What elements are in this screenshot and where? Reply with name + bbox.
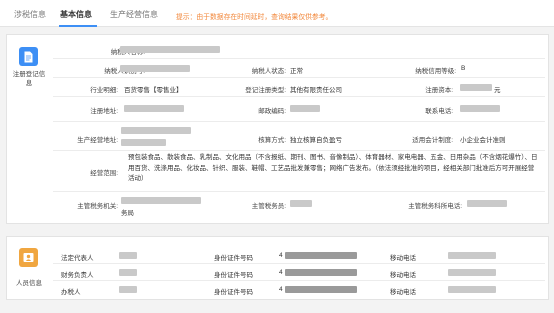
notice-text: 提示：由于数据存在时间延时，查询结果仅供参考。 xyxy=(176,14,333,21)
id-prefix: 4 xyxy=(279,286,283,293)
person-name xyxy=(119,252,137,259)
person-name xyxy=(119,286,137,293)
tax-authority-suffix: 务局 xyxy=(121,210,134,217)
credit-level-value: B xyxy=(461,65,466,72)
personnel-card: 人员信息 法定代表人 身份证件号码 4 移动电话 财务负责人 身份证件号码 4 … xyxy=(6,236,549,300)
divider xyxy=(53,191,545,192)
tax-officer-value xyxy=(290,200,312,207)
person-name xyxy=(119,269,137,276)
accounting-label: 核算方式: xyxy=(258,137,286,144)
tax-authority-label: 主管税务机关: xyxy=(77,203,118,210)
business-scope-label: 经营范围: xyxy=(90,170,118,177)
tax-officer-label: 主管税务员: xyxy=(251,203,286,210)
taxpayer-status-value: 正常 xyxy=(290,68,303,75)
id-number-label: 身份证件号码 xyxy=(214,289,253,296)
registration-card: 注册登记信息 纳税人名称: 纳税人识别号: 纳税人状态: 正常 纳税信用等级: … xyxy=(6,34,549,224)
mobile-value xyxy=(448,286,496,293)
document-icon xyxy=(19,47,38,66)
mobile-label: 移动电话 xyxy=(390,255,416,262)
role-label: 财务负责人 xyxy=(61,272,94,279)
role-label: 法定代表人 xyxy=(61,255,94,262)
phone-label: 联系电话: xyxy=(425,108,453,115)
taxpayer-status-label: 纳税人状态: xyxy=(251,68,286,75)
tax-authority-value xyxy=(121,197,201,204)
reg-address-value xyxy=(124,105,184,112)
person-card-icon xyxy=(19,248,38,267)
reg-address-label: 注册地址: xyxy=(90,108,118,115)
tab-bar: 涉税信息 基本信息 生产经营信息 提示：由于数据存在时间延时，查询结果仅供参考。 xyxy=(0,0,554,27)
active-tab-indicator xyxy=(59,25,97,27)
role-label: 办税人 xyxy=(61,289,81,296)
reg-capital-value xyxy=(460,84,492,91)
reg-capital-unit: 元 xyxy=(494,87,501,94)
id-number-value xyxy=(285,252,357,259)
tab-production-info[interactable]: 生产经营信息 xyxy=(110,10,158,20)
divider xyxy=(53,96,545,97)
tax-branch-phone-value xyxy=(467,200,507,207)
mobile-label: 移动电话 xyxy=(390,289,416,296)
id-prefix: 4 xyxy=(279,252,283,259)
accounting-value: 独立核算自负盈亏 xyxy=(290,137,342,144)
taxpayer-name-value xyxy=(120,46,220,53)
biz-address-value xyxy=(121,139,166,146)
id-prefix: 4 xyxy=(279,269,283,276)
business-scope-value: 预包装食品、散装食品、乳制品、文化用品（不含报纸、期刊、图书、音像制品）、体育器… xyxy=(128,154,538,182)
postcode-label: 邮政编码: xyxy=(258,108,286,115)
reg-type-label: 登记注册类型: xyxy=(245,87,286,94)
divider xyxy=(53,150,545,151)
id-number-value xyxy=(285,269,357,276)
personnel-section-label: 人员信息 xyxy=(16,280,42,287)
biz-address-value xyxy=(121,127,191,134)
accounting-standard-value: 小企业会计准则 xyxy=(460,137,506,144)
id-number-label: 身份证件号码 xyxy=(214,272,253,279)
industry-value: 百货零售【零售业】 xyxy=(124,87,183,94)
industry-label: 行业明细: xyxy=(90,87,118,94)
divider xyxy=(53,77,545,78)
id-number-label: 身份证件号码 xyxy=(214,255,253,262)
reg-capital-label: 注册资本: xyxy=(425,87,453,94)
registration-section-label: 注册登记信息 xyxy=(12,71,46,87)
id-number-value xyxy=(285,286,357,293)
reg-type-value: 其他有限责任公司 xyxy=(290,87,342,94)
divider xyxy=(53,121,545,122)
mobile-value xyxy=(448,269,496,276)
tab-tax-info[interactable]: 涉税信息 xyxy=(14,10,46,20)
tab-basic-info[interactable]: 基本信息 xyxy=(60,10,92,20)
biz-address-label: 生产经营地址: xyxy=(77,137,118,144)
accounting-standard-label: 适用会计制度: xyxy=(412,137,453,144)
taxpayer-id-value xyxy=(120,65,190,72)
tax-branch-phone-label: 主管税务科所电话: xyxy=(408,203,462,210)
divider xyxy=(53,280,545,281)
mobile-value xyxy=(448,252,496,259)
postcode-value xyxy=(290,105,320,112)
divider xyxy=(53,263,545,264)
phone-value xyxy=(460,105,500,112)
credit-level-label: 纳税信用等级: xyxy=(415,68,456,75)
divider xyxy=(53,58,545,59)
mobile-label: 移动电话 xyxy=(390,272,416,279)
